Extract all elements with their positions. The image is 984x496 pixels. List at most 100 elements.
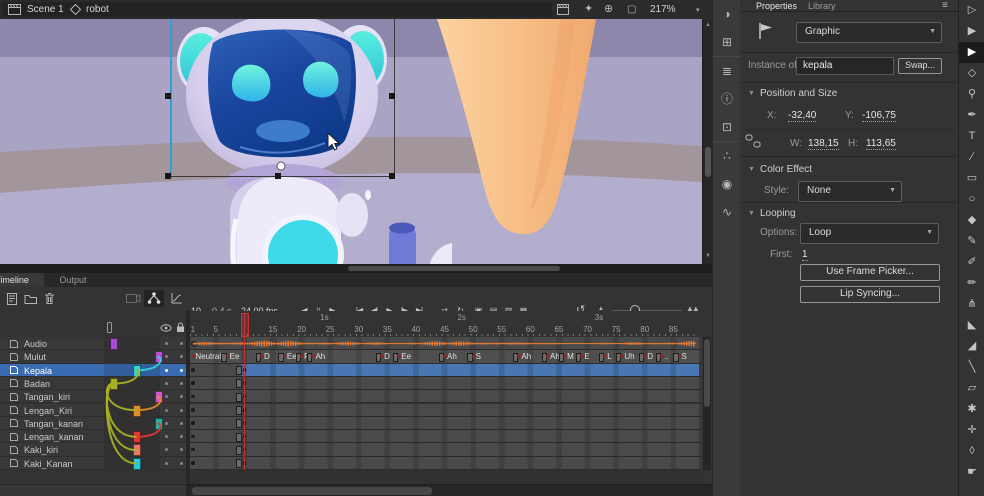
- layer-name[interactable]: Kaki_kiri: [24, 445, 58, 455]
- frame-row[interactable]: [190, 390, 702, 403]
- swap-button[interactable]: Swap...: [898, 58, 942, 74]
- layer-lock-dot[interactable]: [180, 422, 183, 425]
- brush-library-panel-icon[interactable]: ∴: [713, 142, 741, 170]
- frame-row[interactable]: [190, 443, 702, 456]
- layer-name[interactable]: Kepala: [24, 366, 52, 376]
- layer-visibility-dot[interactable]: [165, 369, 168, 372]
- lasso-tool[interactable]: ⚲: [959, 84, 984, 105]
- symbol-behavior-dropdown[interactable]: Graphic▼: [796, 22, 942, 43]
- layer-name[interactable]: Kaki_Kanan: [24, 459, 73, 469]
- link-dimensions-icon[interactable]: [745, 134, 761, 148]
- transform-point[interactable]: [277, 162, 285, 170]
- subselection-tool[interactable]: ▷: [959, 0, 984, 21]
- timeline-vscroll-thumb[interactable]: [704, 339, 710, 407]
- loop-options-dropdown[interactable]: Loop▼: [800, 223, 939, 244]
- layer-name[interactable]: Lengan_kanan: [24, 432, 84, 442]
- collapse-icon[interactable]: ▼: [748, 90, 755, 97]
- panel-menu-icon[interactable]: ≡: [942, 0, 948, 11]
- tab-library[interactable]: Library: [808, 1, 836, 11]
- hand-tool[interactable]: ☛: [959, 462, 984, 483]
- pencil-tool[interactable]: ✎: [959, 231, 984, 252]
- layer-row[interactable]: Tangan_kiri: [0, 390, 186, 403]
- puppet-pin-tool[interactable]: ✛: [959, 420, 984, 441]
- layer-lock-dot[interactable]: [180, 409, 183, 412]
- layer-row[interactable]: Badan: [0, 377, 186, 390]
- layer-row[interactable]: Lengan_Kiri: [0, 404, 186, 417]
- scroll-down-icon[interactable]: ▼: [705, 253, 711, 259]
- magic-wand-icon[interactable]: ✦: [584, 3, 593, 16]
- tab-output[interactable]: Output: [48, 273, 98, 287]
- align-panel-icon[interactable]: ≣: [713, 57, 741, 85]
- layer-row[interactable]: Tangan_kanan: [0, 417, 186, 430]
- layer-color-swatch[interactable]: [155, 391, 163, 403]
- looping-header[interactable]: Looping: [760, 208, 796, 219]
- layer-visibility-dot[interactable]: [165, 342, 168, 345]
- new-layer-icon[interactable]: [6, 292, 19, 305]
- tab-timeline[interactable]: Timeline: [0, 273, 44, 287]
- frame-row[interactable]: [190, 417, 702, 430]
- layer-lock-dot[interactable]: [180, 448, 183, 451]
- layer-row[interactable]: Audio: [0, 337, 186, 350]
- collapse-icon[interactable]: ▼: [748, 166, 755, 173]
- lock-icon[interactable]: [176, 322, 185, 333]
- layer-row[interactable]: Lengan_kanan: [0, 430, 186, 443]
- pen-tool[interactable]: ✒: [959, 105, 984, 126]
- eyedropper-tool[interactable]: ╲: [959, 357, 984, 378]
- delete-layer-icon[interactable]: [44, 292, 55, 305]
- layer-row[interactable]: Kaki_Kanan: [0, 457, 186, 470]
- stage-vscroll-thumb[interactable]: [705, 147, 711, 177]
- stage-canvas[interactable]: [0, 19, 712, 264]
- y-value[interactable]: -106,75: [862, 110, 896, 122]
- frame-row[interactable]: [190, 337, 702, 350]
- tab-properties[interactable]: Properties: [756, 1, 797, 11]
- layer-color-swatch[interactable]: [133, 405, 141, 417]
- layer-row[interactable]: Mulut: [0, 350, 186, 363]
- frame-row[interactable]: [190, 404, 702, 417]
- layer-lock-dot[interactable]: [180, 435, 183, 438]
- stage-hscroll-thumb[interactable]: [348, 266, 560, 271]
- layer-visibility-dot[interactable]: [165, 462, 168, 465]
- style-dropdown[interactable]: None▼: [798, 181, 902, 202]
- frame-row[interactable]: NeutralEeDEeFAhDEeAhSAhAhMELUhD..S: [190, 350, 702, 363]
- layer-name[interactable]: Lengan_Kiri: [24, 406, 72, 416]
- layer-lock-dot[interactable]: [180, 342, 183, 345]
- layer-visibility-dot[interactable]: [165, 435, 168, 438]
- layer-lock-dot[interactable]: [180, 369, 183, 372]
- scene-name[interactable]: Scene 1: [27, 4, 64, 15]
- asset-sculpt-tool[interactable]: ✱: [959, 399, 984, 420]
- layer-lock-dot[interactable]: [180, 462, 183, 465]
- layer-visibility-dot[interactable]: [165, 409, 168, 412]
- instance-name-field[interactable]: kepala: [796, 57, 894, 75]
- layer-color-swatch[interactable]: [155, 351, 163, 363]
- asset-warp-tool[interactable]: ▶: [959, 42, 984, 63]
- timeline-horizontal-scrollbar[interactable]: [186, 484, 712, 496]
- eraser-tool[interactable]: ▱: [959, 378, 984, 399]
- clip-content-icon[interactable]: ▢: [627, 3, 636, 16]
- edit-scene-icon[interactable]: [557, 4, 571, 15]
- position-size-header[interactable]: Position and Size: [760, 88, 837, 99]
- layer-color-swatch[interactable]: [133, 444, 141, 456]
- first-frame-value[interactable]: 1: [802, 249, 808, 261]
- layer-name[interactable]: Mulut: [24, 352, 46, 362]
- ink-bottle-tool[interactable]: ◢: [959, 336, 984, 357]
- symbol-name[interactable]: robot: [86, 4, 109, 15]
- layer-row[interactable]: Kepala: [0, 364, 186, 377]
- frame-row[interactable]: [190, 377, 702, 390]
- timeline-vertical-scrollbar[interactable]: [703, 337, 711, 470]
- lip-syncing-button[interactable]: Lip Syncing...: [800, 286, 940, 303]
- rectangle-tool[interactable]: ▭: [959, 168, 984, 189]
- paint-bucket-tool[interactable]: ◣: [959, 315, 984, 336]
- graph-editor-icon[interactable]: [170, 291, 184, 305]
- collapse-icon[interactable]: ▼: [748, 210, 755, 217]
- polystar-tool[interactable]: ◆: [959, 210, 984, 231]
- width-tool[interactable]: ◊: [959, 441, 984, 462]
- layer-visibility-dot[interactable]: [165, 355, 168, 358]
- layer-name[interactable]: Tangan_kanan: [24, 419, 83, 429]
- oval-tool[interactable]: ○: [959, 189, 984, 210]
- stage-horizontal-scrollbar[interactable]: [0, 264, 712, 272]
- bone-tool[interactable]: ⋔: [959, 294, 984, 315]
- layer-color-swatch[interactable]: [110, 338, 118, 350]
- layer-color-swatch[interactable]: [133, 458, 141, 470]
- new-folder-icon[interactable]: [24, 293, 38, 304]
- zoom-level[interactable]: 217%: [650, 4, 676, 15]
